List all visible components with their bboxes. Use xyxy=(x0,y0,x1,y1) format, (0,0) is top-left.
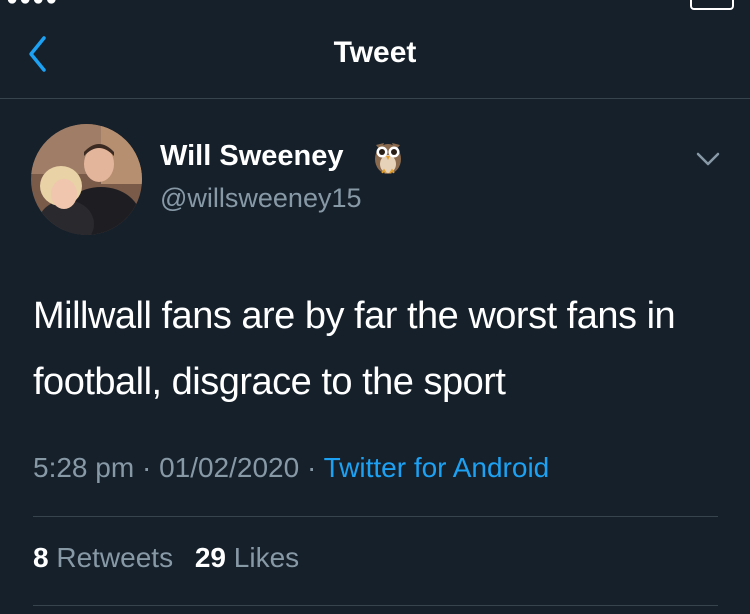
top-navigation-bar: Tweet xyxy=(0,10,750,99)
likes-count: 29 xyxy=(194,542,227,573)
tweet-date: 01/02/2020 xyxy=(159,452,300,483)
likes-stat[interactable]: 29 Likes xyxy=(195,542,299,574)
tweet-source-link[interactable]: Twitter for Android xyxy=(324,452,550,483)
battery-icon xyxy=(690,0,734,10)
status-bar: ●●●● xyxy=(0,0,750,10)
retweets-label: Retweets xyxy=(56,542,174,573)
status-signal: ●●●● xyxy=(6,0,58,10)
tweet-text: Millwall fans are by far the worst fans … xyxy=(33,295,676,403)
meta-separator: · xyxy=(306,452,317,483)
chevron-down-icon xyxy=(693,146,723,172)
retweets-count: 8 xyxy=(33,542,49,573)
tweet-meta: 5:28 pm · 01/02/2020 · Twitter for Andro… xyxy=(33,452,549,484)
avatar[interactable] xyxy=(31,124,142,235)
likes-label: Likes xyxy=(233,542,300,573)
page-title: Tweet xyxy=(333,36,417,69)
tweet-time: 5:28 pm xyxy=(33,452,135,483)
retweets-stat[interactable]: 8 Retweets xyxy=(33,542,173,574)
owl-emoji-icon xyxy=(372,137,404,175)
author-username[interactable]: @willsweeney15 xyxy=(160,183,362,214)
more-options-button[interactable] xyxy=(693,146,723,172)
divider xyxy=(33,605,718,606)
divider xyxy=(33,516,718,517)
author-display-name[interactable]: Will Sweeney xyxy=(160,140,343,173)
meta-separator: · xyxy=(141,452,152,483)
tweet-stats: 8 Retweets 29 Likes xyxy=(33,542,313,574)
